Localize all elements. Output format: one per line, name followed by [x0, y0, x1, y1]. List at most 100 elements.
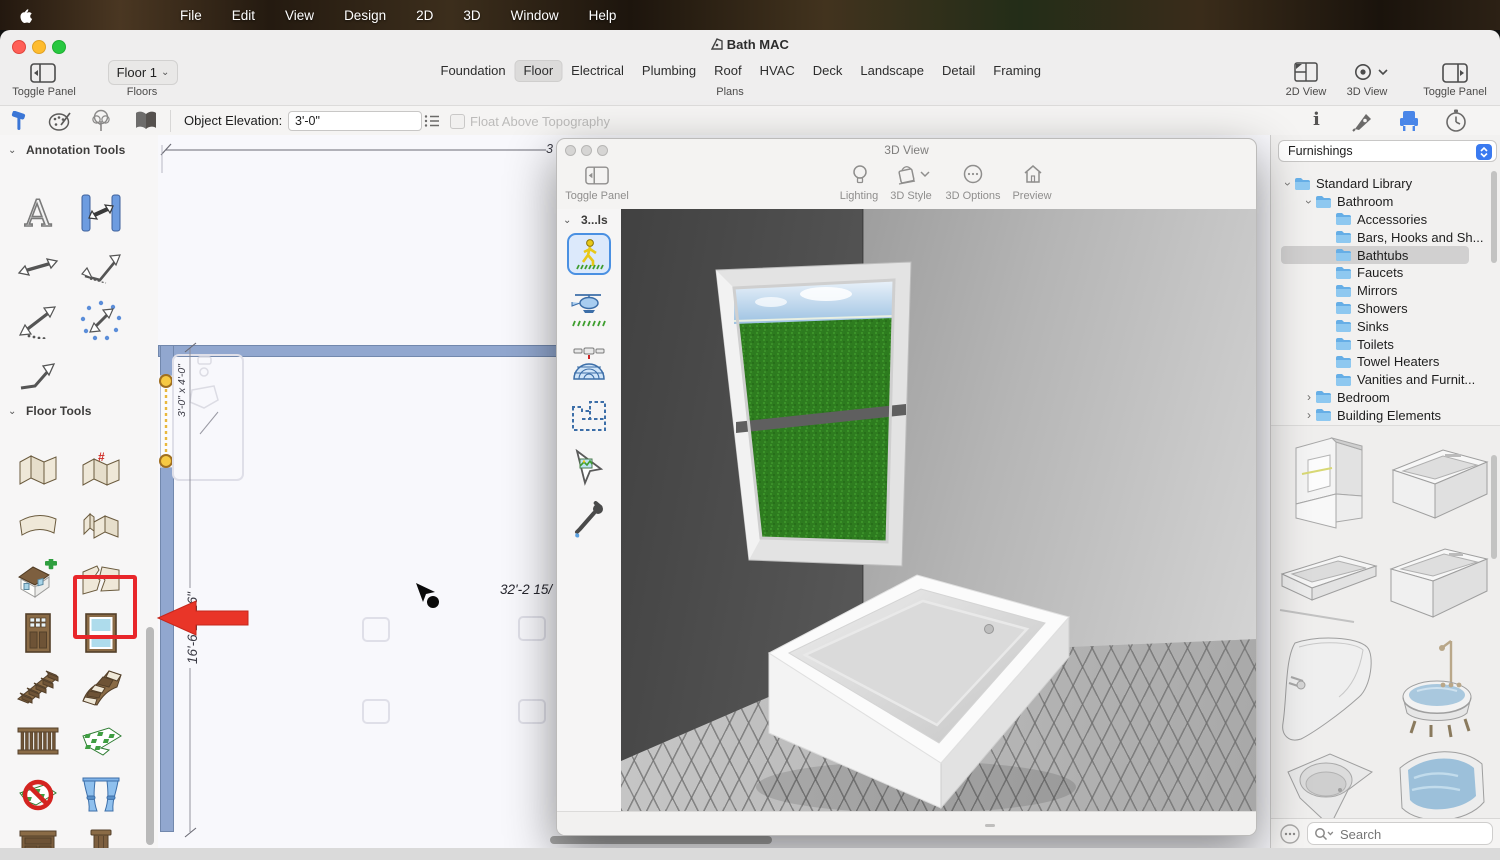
floor-tools-header[interactable]: Floor Tools: [26, 404, 92, 418]
tab-detail[interactable]: Detail: [933, 60, 984, 82]
design-tools-icon[interactable]: [48, 110, 72, 132]
annotate-pen-icon[interactable]: [1352, 111, 1374, 132]
point-to-point-dimension-tool[interactable]: [15, 298, 61, 344]
leader-line-tool[interactable]: [15, 352, 61, 398]
toggle-panel-right-button[interactable]: [1442, 63, 1468, 88]
landscape-tools-icon[interactable]: [90, 109, 112, 133]
history-clock-icon[interactable]: [1445, 109, 1467, 133]
preview-icon[interactable]: [1023, 164, 1043, 184]
annotation-tools-header[interactable]: Annotation Tools: [26, 143, 125, 157]
thumbnail-corner-tub[interactable]: [1275, 756, 1381, 816]
straight-wall-tool[interactable]: [15, 448, 61, 494]
toggle-panel-left-button[interactable]: [30, 63, 56, 88]
more-options-icon[interactable]: [1280, 824, 1300, 844]
add-floor-tool[interactable]: [15, 556, 61, 602]
menu-view[interactable]: View: [285, 8, 314, 23]
thumbnail-corner-whirlpool-tub[interactable]: [1383, 756, 1495, 816]
straight-stairs-tool[interactable]: [15, 664, 61, 710]
interior-dimension-tool[interactable]: [78, 190, 124, 236]
tree-item-bars-hooks[interactable]: Bars, Hooks and Sh...: [1271, 228, 1495, 246]
menu-2d[interactable]: 2D: [416, 8, 433, 23]
tree-item-bathtubs[interactable]: Bathtubs: [1271, 246, 1495, 264]
lighting-icon[interactable]: [853, 164, 867, 186]
thumbnail-slipper-tub[interactable]: [1275, 632, 1381, 750]
chevron-down-icon[interactable]: ⌄: [8, 406, 16, 417]
sidebar-scrollbar[interactable]: [146, 627, 154, 845]
menu-file[interactable]: File: [180, 8, 202, 23]
tree-item-accessories[interactable]: Accessories: [1271, 211, 1495, 229]
tab-floor[interactable]: Floor: [515, 60, 563, 82]
thumbnail-drop-in-tub[interactable]: [1275, 544, 1381, 628]
angular-dimension-tool[interactable]: [78, 244, 124, 290]
tab-hvac[interactable]: HVAC: [751, 60, 804, 82]
tree-item-toilets[interactable]: Toilets: [1271, 335, 1495, 353]
plan-view-tool[interactable]: [567, 395, 611, 437]
menu-window[interactable]: Window: [511, 8, 559, 23]
3d-style-icon[interactable]: [897, 164, 931, 186]
thumbnail-clawfoot-tub[interactable]: [1383, 632, 1495, 750]
3d-scrollbar-nub[interactable]: [985, 824, 995, 827]
floor-hole-tool[interactable]: [15, 772, 61, 818]
interior-wall-tool[interactable]: [78, 502, 124, 548]
tab-roof[interactable]: Roof: [705, 60, 750, 82]
tree-item-towel-heaters[interactable]: Towel Heaters: [1271, 353, 1495, 371]
tree-scrollbar[interactable]: [1491, 171, 1497, 263]
3d-view-window[interactable]: 3D View Toggle Panel Lighting 3D Style 3…: [556, 138, 1257, 836]
tree-item-standard-library[interactable]: ›Standard Library: [1271, 175, 1495, 193]
presets-list-icon[interactable]: [424, 114, 440, 128]
3d-view-button[interactable]: [1352, 63, 1388, 86]
3d-options-icon[interactable]: [963, 164, 983, 184]
tree-item-vanities[interactable]: Vanities and Furnit...: [1271, 371, 1495, 389]
3d-viewport[interactable]: [621, 209, 1257, 811]
2d-view-button[interactable]: [1294, 62, 1318, 87]
menu-help[interactable]: Help: [589, 8, 617, 23]
3d-tools-header[interactable]: 3...ls: [581, 213, 608, 227]
info-icon[interactable]: i: [1313, 109, 1320, 130]
menu-edit[interactable]: Edit: [232, 8, 255, 23]
tab-framing[interactable]: Framing: [984, 60, 1050, 82]
curved-stairs-tool[interactable]: [78, 664, 124, 710]
tree-item-bathroom[interactable]: ›Bathroom: [1271, 193, 1495, 211]
furnishings-chair-icon[interactable]: [1398, 110, 1420, 132]
menu-design[interactable]: Design: [344, 8, 386, 23]
object-elevation-input[interactable]: [288, 111, 422, 131]
search-input[interactable]: [1338, 824, 1490, 844]
canvas-horizontal-scrollbar[interactable]: [550, 836, 772, 844]
end-to-end-dimension-tool[interactable]: [15, 244, 61, 290]
float-above-topography-checkbox[interactable]: [450, 114, 465, 129]
chevron-down-icon[interactable]: ⌄: [8, 145, 16, 156]
center-dimension-tool[interactable]: [78, 298, 124, 344]
tree-item-mirrors[interactable]: Mirrors: [1271, 282, 1495, 300]
flyover-tool[interactable]: [567, 289, 611, 331]
tree-item-bedroom[interactable]: ›Bedroom: [1271, 389, 1495, 407]
text-tool[interactable]: A: [15, 190, 61, 236]
tab-electrical[interactable]: Electrical: [562, 60, 633, 82]
tab-landscape[interactable]: Landscape: [851, 60, 933, 82]
tree-item-showers[interactable]: Showers: [1271, 300, 1495, 318]
floor-selector[interactable]: Floor 1⌄: [108, 60, 178, 85]
menu-3d[interactable]: 3D: [463, 8, 480, 23]
toggle-panel-icon[interactable]: [585, 166, 609, 185]
eyedropper-tool[interactable]: [567, 499, 611, 541]
thumbnails-scrollbar[interactable]: [1491, 455, 1497, 559]
chevron-down-icon[interactable]: ⌄: [563, 215, 571, 226]
apple-logo-icon[interactable]: [18, 7, 33, 24]
door-tool[interactable]: [15, 610, 61, 656]
tab-foundation[interactable]: Foundation: [431, 60, 514, 82]
floor-material-tool[interactable]: [78, 718, 124, 764]
walkthrough-tool[interactable]: [567, 233, 611, 275]
railing-tool[interactable]: [15, 718, 61, 764]
library-book-icon[interactable]: [134, 110, 158, 132]
tree-item-sinks[interactable]: Sinks: [1271, 317, 1495, 335]
orbit-tool[interactable]: [567, 343, 611, 385]
adjust-view-tool[interactable]: [567, 447, 611, 489]
tree-item-building-elements[interactable]: ›Building Elements: [1271, 406, 1495, 424]
search-field[interactable]: [1307, 822, 1493, 845]
thumbnail-skirted-tub[interactable]: [1383, 542, 1495, 628]
thumbnail-tub-shower-combo[interactable]: [1275, 430, 1381, 542]
tab-plumbing[interactable]: Plumbing: [633, 60, 705, 82]
build-tools-icon[interactable]: [8, 111, 30, 131]
tab-deck[interactable]: Deck: [804, 60, 852, 82]
library-filter-dropdown[interactable]: Furnishings: [1278, 140, 1497, 162]
curved-wall-tool[interactable]: [15, 502, 61, 548]
